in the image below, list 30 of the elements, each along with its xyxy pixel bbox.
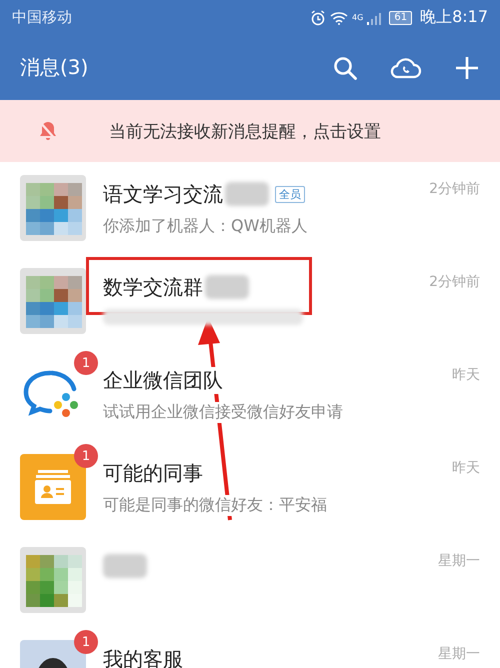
message-preview: 试试用企业微信接受微信好友申请: [103, 402, 343, 423]
network-label: 4G: [352, 13, 364, 22]
unread-badge: 1: [74, 630, 98, 654]
message-time: 昨天: [452, 459, 480, 477]
message-time: 昨天: [452, 366, 480, 384]
clock-time: 晚上8:17: [420, 7, 488, 28]
signal-icon: [367, 10, 382, 24]
message-preview: 可能是同事的微信好友：平安福: [103, 495, 327, 516]
add-icon[interactable]: [454, 54, 480, 80]
unread-badge: 1: [74, 351, 98, 375]
search-icon[interactable]: [332, 54, 358, 80]
conversation-row[interactable]: 1 可能的同事 可能是同事的微信好友：平安福 昨天: [0, 441, 500, 534]
conversation-row[interactable]: 1 我的客服 星期一: [0, 627, 500, 668]
alarm-icon: [310, 10, 326, 26]
wifi-icon: [330, 10, 348, 24]
member-tag: 全员: [275, 186, 305, 202]
notification-banner[interactable]: 当前无法接收新消息提醒，点击设置: [0, 100, 500, 162]
conversation-row[interactable]: 1 企业微信团队 试试用企业微信接受微信好友申请 昨天: [0, 348, 500, 441]
muted-bell-icon: [37, 120, 59, 142]
message-time: 2分钟前: [429, 273, 480, 291]
message-time: 星期一: [438, 645, 480, 663]
conversation-name: 企业微信团队: [103, 366, 223, 394]
conversation-row[interactable]: 语文学习交流 全员 你添加了机器人：QW机器人 2分钟前: [0, 162, 500, 255]
carrier-name: 中国移动: [12, 8, 72, 27]
message-time: 2分钟前: [429, 180, 480, 198]
message-time: 星期一: [438, 552, 480, 570]
conversation-row[interactable]: 数学交流群 2分钟前: [0, 255, 500, 348]
page-title: 消息(3): [20, 54, 88, 81]
unread-badge: 1: [74, 444, 98, 468]
battery-level: 61: [389, 10, 412, 24]
